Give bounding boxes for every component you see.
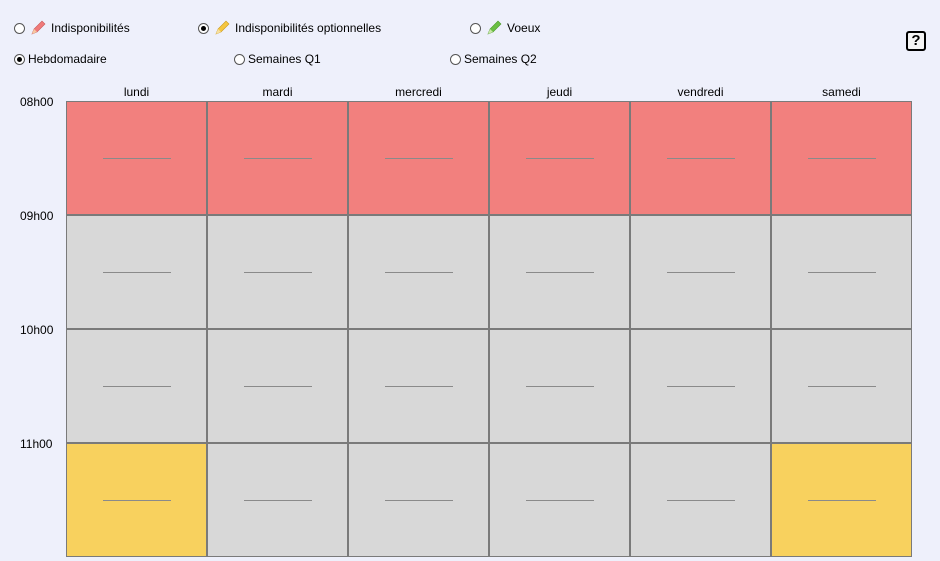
- timeslot-cell-lundi-11h00[interactable]: [66, 443, 207, 557]
- day-header-lundi: lundi: [123, 85, 150, 99]
- week-option-semaines-q2[interactable]: Semaines Q2: [450, 50, 537, 68]
- timeslot-cell-samedi-08h00[interactable]: [771, 101, 912, 215]
- yellow-pencil-icon: [215, 20, 230, 35]
- day-header-vendredi: vendredi: [677, 85, 724, 99]
- timeslot-cell-mercredi-11h00[interactable]: [348, 443, 489, 557]
- week-radio-semaines-q2[interactable]: [450, 53, 461, 65]
- empty-slot-marker: [385, 272, 453, 273]
- timeslot-cell-jeudi-10h00[interactable]: [489, 329, 630, 443]
- empty-slot-marker: [808, 272, 876, 273]
- empty-slot-marker: [526, 500, 594, 501]
- empty-slot-marker: [385, 158, 453, 159]
- empty-slot-marker: [667, 386, 735, 387]
- empty-slot-marker: [526, 158, 594, 159]
- empty-slot-marker: [526, 386, 594, 387]
- timeslot-cell-jeudi-08h00[interactable]: [489, 101, 630, 215]
- empty-slot-marker: [667, 158, 735, 159]
- mode-label-voeux: Voeux: [507, 21, 541, 35]
- timeslot-cell-mercredi-08h00[interactable]: [348, 101, 489, 215]
- week-option-semaines-q1[interactable]: Semaines Q1: [234, 50, 321, 68]
- week-option-hebdomadaire[interactable]: Hebdomadaire: [14, 50, 107, 68]
- empty-slot-marker: [808, 386, 876, 387]
- red-pencil-icon: [31, 20, 46, 35]
- timeslot-cell-lundi-09h00[interactable]: [66, 215, 207, 329]
- timeslot-cell-samedi-10h00[interactable]: [771, 329, 912, 443]
- week-label-hebdomadaire: Hebdomadaire: [28, 52, 107, 66]
- timeslot-cell-jeudi-11h00[interactable]: [489, 443, 630, 557]
- day-header-mardi: mardi: [262, 85, 293, 99]
- empty-slot-marker: [244, 386, 312, 387]
- mode-label-indisponibilites: Indisponibilités: [51, 21, 130, 35]
- timeslot-cell-mercredi-09h00[interactable]: [348, 215, 489, 329]
- week-label-semaines-q1: Semaines Q1: [248, 52, 321, 66]
- hour-label-10h00: 10h00: [20, 323, 54, 337]
- timeslot-cell-mardi-10h00[interactable]: [207, 329, 348, 443]
- timeslot-cell-lundi-08h00[interactable]: [66, 101, 207, 215]
- empty-slot-marker: [103, 158, 171, 159]
- timeslot-cell-vendredi-10h00[interactable]: [630, 329, 771, 443]
- mode-radio-voeux[interactable]: [470, 22, 481, 34]
- empty-slot-marker: [808, 500, 876, 501]
- timeslot-cell-jeudi-09h00[interactable]: [489, 215, 630, 329]
- help-button[interactable]: ?: [906, 31, 926, 51]
- hour-label-08h00: 08h00: [20, 95, 54, 109]
- week-radio-semaines-q1[interactable]: [234, 53, 245, 65]
- week-label-semaines-q2: Semaines Q2: [464, 52, 537, 66]
- empty-slot-marker: [244, 500, 312, 501]
- hour-label-11h00: 11h00: [20, 437, 53, 451]
- timeslot-cell-mercredi-10h00[interactable]: [348, 329, 489, 443]
- hour-label-09h00: 09h00: [20, 209, 54, 223]
- day-header-mercredi: mercredi: [395, 85, 442, 99]
- empty-slot-marker: [385, 386, 453, 387]
- mode-option-voeux[interactable]: Voeux: [470, 19, 540, 37]
- empty-slot-marker: [667, 500, 735, 501]
- week-radio-hebdomadaire[interactable]: [14, 53, 25, 65]
- empty-slot-marker: [526, 272, 594, 273]
- timeslot-cell-mardi-11h00[interactable]: [207, 443, 348, 557]
- mode-option-indisponibilites[interactable]: Indisponibilités: [14, 19, 130, 37]
- timeslot-cell-samedi-09h00[interactable]: [771, 215, 912, 329]
- green-pencil-icon: [487, 20, 502, 35]
- empty-slot-marker: [667, 272, 735, 273]
- empty-slot-marker: [808, 158, 876, 159]
- mode-option-indisponibilites-optionnelles[interactable]: Indisponibilités optionnelles: [198, 19, 381, 37]
- mode-radio-indisponibilites-optionnelles[interactable]: [198, 22, 209, 34]
- timeslot-cell-mardi-09h00[interactable]: [207, 215, 348, 329]
- mode-label-indisponibilites-optionnelles: Indisponibilités optionnelles: [235, 21, 382, 35]
- timetable-grid: [66, 101, 913, 561]
- day-header-jeudi: jeudi: [546, 85, 573, 99]
- timeslot-cell-lundi-10h00[interactable]: [66, 329, 207, 443]
- empty-slot-marker: [103, 500, 171, 501]
- empty-slot-marker: [244, 158, 312, 159]
- timeslot-cell-samedi-11h00[interactable]: [771, 443, 912, 557]
- empty-slot-marker: [385, 500, 453, 501]
- empty-slot-marker: [103, 272, 171, 273]
- timeslot-cell-vendredi-11h00[interactable]: [630, 443, 771, 557]
- empty-slot-marker: [244, 272, 312, 273]
- timeslot-cell-vendredi-08h00[interactable]: [630, 101, 771, 215]
- empty-slot-marker: [103, 386, 171, 387]
- mode-radio-indisponibilites[interactable]: [14, 22, 25, 34]
- day-header-samedi: samedi: [822, 85, 861, 99]
- timeslot-cell-mardi-08h00[interactable]: [207, 101, 348, 215]
- timeslot-cell-vendredi-09h00[interactable]: [630, 215, 771, 329]
